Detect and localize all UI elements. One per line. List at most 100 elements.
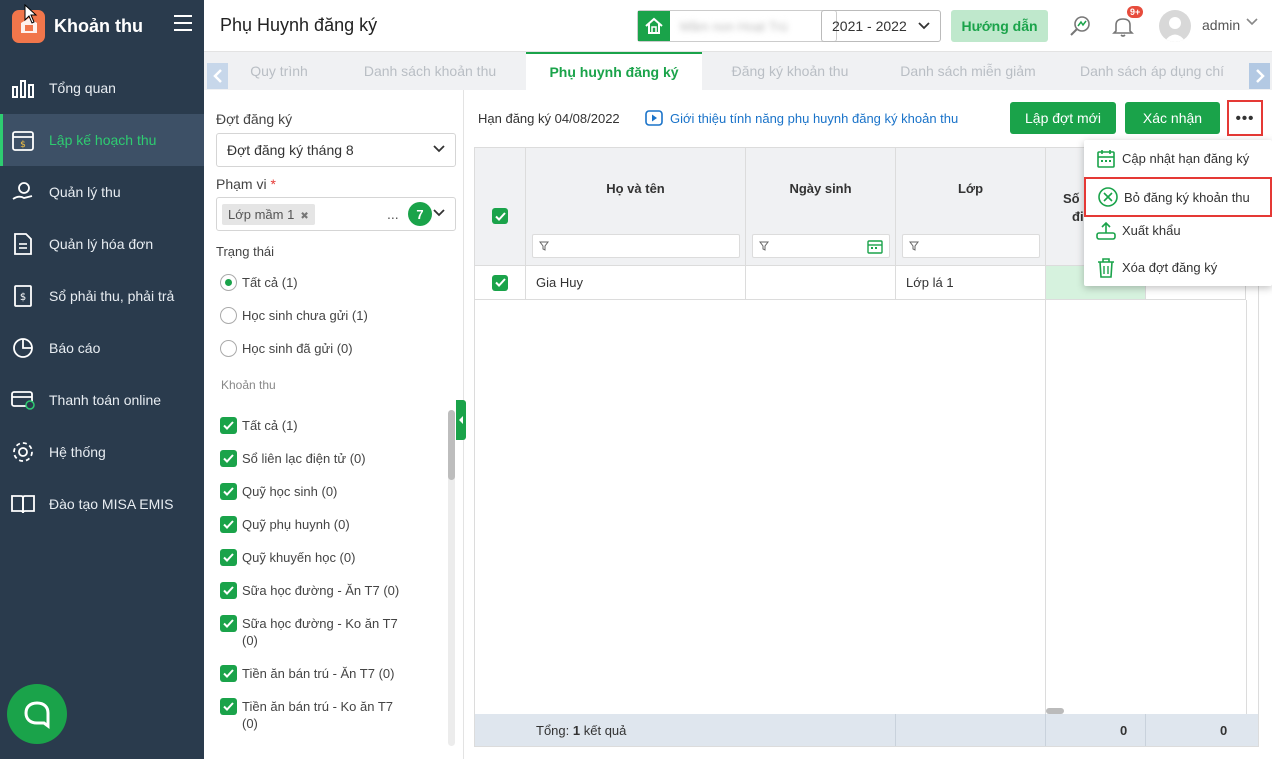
tab-quy-trinh[interactable]: Quy trình bbox=[234, 52, 324, 90]
play-icon bbox=[645, 110, 663, 126]
fee-checkbox[interactable]: Quỹ học sinh (0) bbox=[220, 483, 400, 500]
sidebar-item-bao-cao[interactable]: Báo cáo bbox=[0, 322, 204, 374]
table-row-select[interactable] bbox=[475, 266, 526, 300]
sidebar-item-quan-ly-hoa-don[interactable]: Quản lý hóa đơn bbox=[0, 218, 204, 270]
chevron-down-icon bbox=[433, 209, 445, 217]
more-options-menu: Cập nhật hạn đăng ký Bỏ đăng ký khoản th… bbox=[1084, 140, 1272, 286]
scope-select[interactable]: Lớp mầm 1 ✖ ... 7 bbox=[216, 197, 456, 231]
grid-footer: Tổng: 1 kết quả 0 0 bbox=[475, 714, 1258, 746]
sidebar-item-label: Sổ phải thu, phải trả bbox=[49, 288, 175, 304]
table-cell-dob[interactable] bbox=[746, 266, 896, 300]
tab-dang-ky-khoan-thu[interactable]: Đăng ký khoản thu bbox=[715, 52, 865, 90]
fee-checkbox[interactable]: Tất cả (1) bbox=[220, 417, 400, 434]
filter-scrollbar[interactable] bbox=[448, 410, 455, 746]
sidebar: Khoản thu Tổng quan $ Lập kế hoạch thu Q… bbox=[0, 0, 204, 759]
username[interactable]: admin bbox=[1202, 17, 1240, 33]
sidebar-item-tong-quan[interactable]: Tổng quan bbox=[0, 62, 204, 114]
sidebar-item-thanh-toan-online[interactable]: Thanh toán online bbox=[0, 374, 204, 426]
status-option[interactable]: Học sinh đã gửi (0) bbox=[220, 340, 353, 357]
fee-checkbox[interactable]: Sữa học đường - Ăn T7 (0) bbox=[220, 582, 400, 599]
tab-scroll-right-icon[interactable] bbox=[1249, 63, 1270, 89]
menu-toggle-icon[interactable] bbox=[174, 15, 192, 33]
class-filter-input[interactable] bbox=[902, 234, 1040, 258]
tab-phu-huynh-dang-ky[interactable]: Phụ huynh đăng ký bbox=[526, 52, 702, 90]
row-checkbox-icon[interactable] bbox=[492, 274, 508, 291]
column-title: Số bbox=[1063, 191, 1080, 206]
status-option-label: Học sinh đã gửi (0) bbox=[242, 341, 353, 356]
search-chart-icon[interactable] bbox=[1066, 12, 1094, 40]
column-title: Lớp bbox=[957, 181, 984, 196]
status-option-label: Học sinh chưa gửi (1) bbox=[242, 308, 368, 323]
fee-label: Sữa học đường - Ăn T7 (0) bbox=[242, 583, 400, 598]
chevron-down-icon bbox=[433, 145, 445, 153]
status-option-label: Tất cả (1) bbox=[242, 275, 298, 290]
fee-checkbox[interactable]: Sổ liên lạc điện tử (0) bbox=[220, 450, 400, 467]
select-all-checkbox[interactable] bbox=[492, 208, 508, 224]
scope-more: ... bbox=[387, 206, 399, 222]
fee-checkbox[interactable]: Quỹ khuyến học (0) bbox=[220, 549, 400, 566]
status-option[interactable]: Tất cả (1) bbox=[220, 274, 298, 291]
confirm-button[interactable]: Xác nhận bbox=[1125, 102, 1220, 134]
circle-x-icon bbox=[1096, 185, 1120, 209]
school-selector[interactable]: Mầm non Hoạt Trú bbox=[637, 10, 837, 42]
tab-scroll-left-icon[interactable] bbox=[207, 63, 228, 89]
year-value: 2021 - 2022 bbox=[832, 18, 907, 34]
sidebar-item-label: Tổng quan bbox=[49, 80, 116, 96]
menu-item-unregister-fee[interactable]: Bỏ đăng ký khoản thu bbox=[1084, 177, 1272, 217]
footer-divider bbox=[1045, 714, 1046, 746]
period-label: Đợt đăng ký bbox=[216, 111, 293, 127]
checkbox-checked-icon bbox=[220, 483, 237, 500]
close-icon[interactable]: ✖ bbox=[300, 211, 308, 222]
footer-total-2: 0 bbox=[1220, 722, 1228, 738]
sidebar-item-he-thong[interactable]: Hệ thống bbox=[0, 426, 204, 478]
chevron-down-icon[interactable] bbox=[1246, 18, 1258, 26]
fee-checkbox[interactable]: Sữa học đường - Ko ăn T7 (0) bbox=[220, 615, 400, 649]
menu-item-export[interactable]: Xuất khẩu bbox=[1084, 212, 1272, 249]
book-icon bbox=[10, 491, 36, 517]
scrollbar-thumb[interactable] bbox=[448, 410, 455, 480]
footer-divider bbox=[895, 714, 896, 746]
guide-button[interactable]: Hướng dẫn bbox=[951, 10, 1048, 42]
fee-checkbox[interactable]: Tiền ăn bán trú - Ăn T7 (0) bbox=[220, 665, 400, 682]
filter-icon bbox=[759, 241, 769, 251]
tab-danh-sach-khoan-thu[interactable]: Danh sách khoản thu bbox=[349, 52, 511, 90]
deadline-text: Hạn đăng ký 04/08/2022 bbox=[478, 111, 620, 126]
menu-item-delete-period[interactable]: Xóa đợt đăng ký bbox=[1084, 249, 1272, 286]
dob-filter-input[interactable] bbox=[752, 234, 890, 258]
name-filter-input[interactable] bbox=[532, 234, 740, 258]
sidebar-nav: Tổng quan $ Lập kế hoạch thu Quản lý thu… bbox=[0, 62, 204, 530]
column-title: đi bbox=[1072, 209, 1084, 224]
checkbox-checked-icon bbox=[220, 582, 237, 599]
sidebar-item-dao-tao[interactable]: Đào tạo MISA EMIS bbox=[0, 478, 204, 530]
fee-checkbox[interactable]: Quỹ phụ huynh (0) bbox=[220, 516, 400, 533]
status-option[interactable]: Học sinh chưa gửi (1) bbox=[220, 307, 368, 324]
checkbox-checked-icon bbox=[220, 450, 237, 467]
more-options-button[interactable]: ••• bbox=[1227, 100, 1263, 136]
table-cell-class[interactable]: Lớp lá 1 bbox=[896, 266, 1046, 300]
sidebar-item-quan-ly-thu[interactable]: Quản lý thu bbox=[0, 166, 204, 218]
year-select[interactable]: 2021 - 2022 bbox=[821, 10, 941, 42]
chat-button[interactable] bbox=[7, 684, 67, 744]
tab-danh-sach-ap-dung[interactable]: Danh sách áp dụng chí bbox=[1080, 52, 1242, 90]
table-cell-name[interactable]: Gia Huy bbox=[526, 266, 746, 300]
fee-label: Tất cả (1) bbox=[242, 418, 298, 433]
fees-label: Khoản thu bbox=[221, 378, 276, 392]
sidebar-item-label: Quản lý thu bbox=[49, 184, 121, 200]
calendar-icon[interactable] bbox=[867, 239, 883, 254]
calendar-dollar-icon: $ bbox=[10, 127, 36, 153]
checkbox-checked-icon bbox=[220, 516, 237, 533]
fee-checkbox[interactable]: Tiền ăn bán trú - Ko ăn T7 (0) bbox=[220, 698, 400, 732]
menu-item-update-deadline[interactable]: Cập nhật hạn đăng ký bbox=[1084, 140, 1272, 177]
sidebar-item-label: Đào tạo MISA EMIS bbox=[49, 496, 174, 512]
sidebar-item-so-phai-thu[interactable]: $ Sổ phải thu, phải trả bbox=[0, 270, 204, 322]
online-payment-icon bbox=[10, 387, 36, 413]
period-select[interactable]: Đợt đăng ký tháng 8 bbox=[216, 133, 456, 167]
tab-danh-sach-mien-giam[interactable]: Danh sách miễn giảm bbox=[888, 52, 1048, 90]
new-period-button[interactable]: Lập đợt mới bbox=[1010, 102, 1116, 134]
intro-link[interactable]: Giới thiệu tính năng phụ huynh đăng ký k… bbox=[645, 109, 958, 127]
ledger-icon: $ bbox=[10, 283, 36, 309]
sidebar-item-lap-ke-hoach-thu[interactable]: $ Lập kế hoạch thu bbox=[0, 114, 204, 166]
avatar[interactable] bbox=[1159, 10, 1191, 42]
column-divider bbox=[1246, 300, 1247, 714]
chevron-down-icon bbox=[918, 22, 930, 30]
